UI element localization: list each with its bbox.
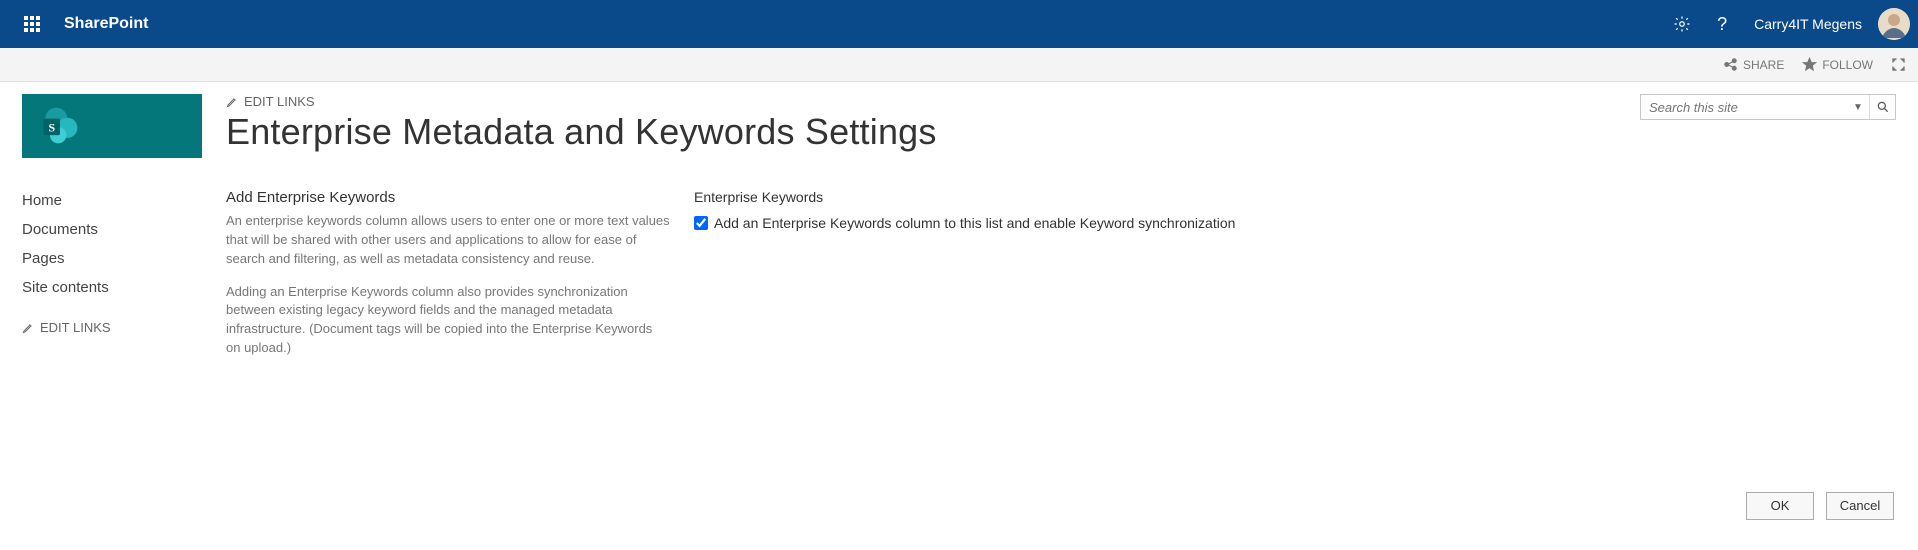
svg-text:S: S	[48, 121, 55, 135]
enterprise-keywords-checkbox-row[interactable]: Add an Enterprise Keywords column to thi…	[694, 215, 1896, 231]
page-body: S Home Documents Pages Site contents EDI…	[0, 82, 1918, 550]
search-scope-dropdown[interactable]: ▼	[1847, 102, 1869, 113]
search-input[interactable]	[1641, 100, 1847, 115]
left-edit-links-button[interactable]: EDIT LINKS	[22, 320, 222, 335]
suite-bar: SharePoint ? Carry4IT Megens	[0, 0, 1918, 48]
share-icon	[1723, 57, 1738, 72]
pencil-icon	[226, 96, 238, 108]
fullscreen-button[interactable]	[1891, 57, 1906, 72]
share-label: SHARE	[1743, 58, 1784, 72]
pencil-icon	[22, 322, 34, 334]
user-avatar[interactable]	[1878, 8, 1910, 40]
follow-button[interactable]: FOLLOW	[1802, 57, 1873, 72]
top-edit-links-label: EDIT LINKS	[244, 94, 315, 109]
nav-site-contents[interactable]: Site contents	[22, 273, 222, 302]
product-name[interactable]: SharePoint	[64, 15, 148, 33]
left-edit-links-label: EDIT LINKS	[40, 320, 111, 335]
fullscreen-icon	[1891, 57, 1906, 72]
nav-home[interactable]: Home	[22, 186, 222, 215]
section-controls: Enterprise Keywords Add an Enterprise Ke…	[694, 189, 1896, 372]
nav-documents[interactable]: Documents	[22, 215, 222, 244]
sharepoint-logo-icon: S	[38, 104, 82, 148]
settings-button[interactable]	[1662, 0, 1702, 48]
nav-pages[interactable]: Pages	[22, 244, 222, 273]
avatar-icon	[1878, 8, 1910, 40]
settings-form: Add Enterprise Keywords An enterprise ke…	[226, 189, 1896, 372]
section-description: Add Enterprise Keywords An enterprise ke…	[226, 189, 670, 372]
follow-label: FOLLOW	[1822, 58, 1873, 72]
gear-icon	[1673, 15, 1691, 33]
main-column: EDIT LINKS Enterprise Metadata and Keywo…	[222, 94, 1896, 520]
app-launcher-button[interactable]	[8, 0, 56, 48]
group-label: Enterprise Keywords	[694, 189, 1896, 205]
search-go-button[interactable]	[1869, 95, 1895, 119]
help-icon: ?	[1717, 14, 1727, 35]
ok-button[interactable]: OK	[1746, 492, 1814, 520]
help-button[interactable]: ?	[1702, 0, 1742, 48]
quick-launch-nav: Home Documents Pages Site contents	[22, 186, 222, 302]
waffle-icon	[24, 16, 40, 32]
section-para-1: An enterprise keywords column allows use…	[226, 212, 670, 269]
enterprise-keywords-checkbox[interactable]	[694, 216, 708, 230]
left-column: S Home Documents Pages Site contents EDI…	[22, 94, 222, 520]
star-icon	[1802, 57, 1817, 72]
section-heading: Add Enterprise Keywords	[226, 189, 670, 206]
checkbox-label: Add an Enterprise Keywords column to thi…	[714, 215, 1235, 231]
ribbon-bar: SHARE FOLLOW	[0, 48, 1918, 82]
share-button[interactable]: SHARE	[1723, 57, 1784, 72]
user-name[interactable]: Carry4IT Megens	[1742, 16, 1874, 32]
search-container: ▼	[1640, 94, 1896, 120]
button-bar: OK Cancel	[226, 492, 1896, 520]
section-para-2: Adding an Enterprise Keywords column als…	[226, 283, 670, 358]
search-box: ▼	[1640, 94, 1896, 120]
cancel-button[interactable]: Cancel	[1826, 492, 1894, 520]
search-icon	[1876, 100, 1890, 114]
site-logo[interactable]: S	[22, 94, 202, 158]
